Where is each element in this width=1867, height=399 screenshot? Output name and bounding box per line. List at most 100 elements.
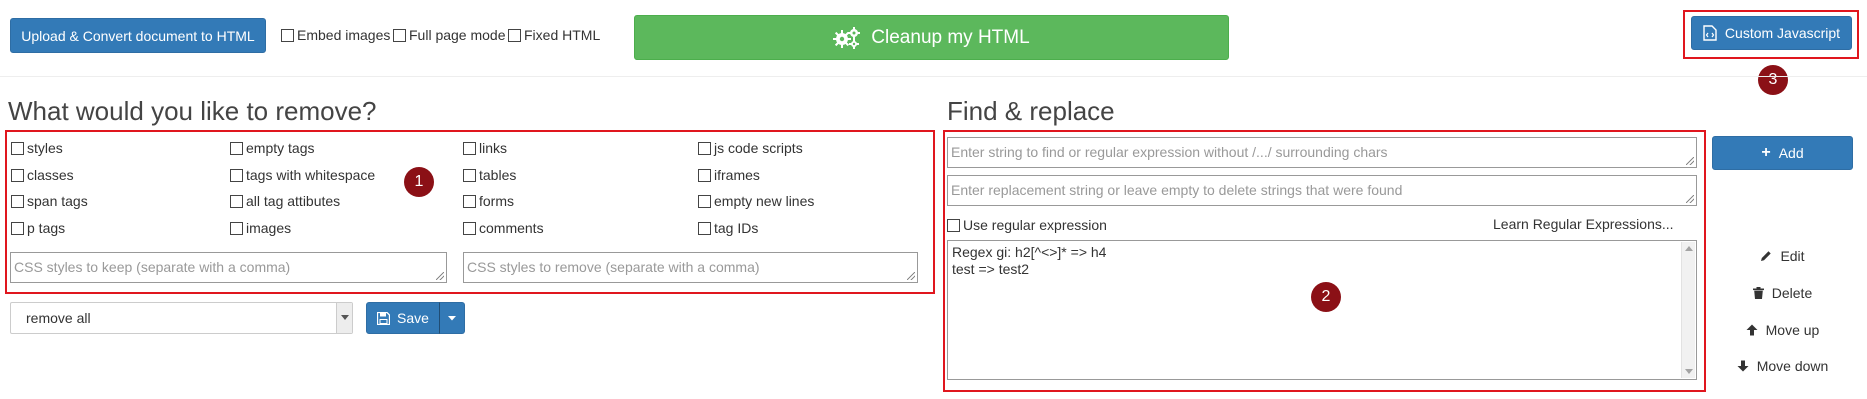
option-styles[interactable]: styles — [11, 140, 63, 156]
delete-label: Delete — [1771, 285, 1813, 301]
rule-item[interactable]: Regex gi: h2[^<>]* => h4 — [952, 244, 1692, 261]
option-tables[interactable]: tables — [463, 167, 516, 183]
replace-placeholder: Enter replacement string or leave empty … — [951, 182, 1403, 198]
resize-grip-icon[interactable] — [907, 272, 915, 280]
rule-item[interactable]: test => test2 — [952, 261, 1692, 278]
floppy-disk-icon — [377, 311, 391, 325]
embed-images-checkbox[interactable]: Embed images — [281, 27, 390, 43]
option-forms-box[interactable] — [463, 194, 476, 208]
resize-grip-icon[interactable] — [1686, 157, 1694, 165]
option-classes-box[interactable] — [11, 168, 24, 182]
option-tables-box[interactable] — [463, 168, 476, 182]
option-styles-box[interactable] — [11, 141, 24, 155]
option-links-box[interactable] — [463, 141, 476, 155]
option-label: comments — [479, 220, 544, 236]
option-label: js code scripts — [714, 140, 803, 156]
option-classes[interactable]: classes — [11, 167, 74, 183]
css-keep-input[interactable]: CSS styles to keep (separate with a comm… — [10, 252, 447, 283]
fixed-html-checkbox[interactable]: Fixed HTML — [508, 27, 600, 43]
option-label: styles — [27, 140, 63, 156]
resize-grip-icon[interactable] — [1686, 195, 1694, 203]
option-tags-with-whitespace[interactable]: tags with whitespace — [230, 167, 375, 183]
option-comments[interactable]: comments — [463, 220, 544, 236]
gears-icon — [833, 26, 861, 49]
save-dropdown-toggle[interactable] — [439, 302, 465, 334]
css-remove-placeholder: CSS styles to remove (separate with a co… — [467, 259, 760, 275]
move-up-label: Move up — [1765, 322, 1820, 338]
css-remove-input[interactable]: CSS styles to remove (separate with a co… — [463, 252, 918, 283]
marker-3: 3 — [1758, 65, 1788, 95]
cleanup-html-button[interactable]: Cleanup my HTML — [634, 15, 1229, 60]
option-empty-tags[interactable]: empty tags — [230, 140, 314, 156]
pencil-icon — [1760, 250, 1772, 262]
option-label: iframes — [714, 167, 760, 183]
replace-input[interactable]: Enter replacement string or leave empty … — [947, 175, 1697, 206]
move-up-button[interactable]: Move up — [1712, 320, 1853, 340]
use-regex-checkbox[interactable]: Use regular expression — [947, 217, 1107, 233]
option-all-tag-attributes-box[interactable] — [230, 194, 243, 208]
find-placeholder: Enter string to find or regular expressi… — [951, 144, 1388, 160]
option-p-tags[interactable]: p tags — [11, 220, 65, 236]
plus-icon: + — [1761, 144, 1771, 161]
option-iframes[interactable]: iframes — [698, 167, 760, 183]
embed-images-box[interactable] — [281, 28, 294, 42]
full-page-mode-checkbox[interactable]: Full page mode — [393, 27, 506, 43]
option-images[interactable]: images — [230, 220, 291, 236]
add-rule-button[interactable]: + Add — [1712, 136, 1853, 170]
upload-convert-button[interactable]: Upload & Convert document to HTML — [10, 18, 266, 53]
option-label: classes — [27, 167, 74, 183]
option-tag-ids-box[interactable] — [698, 221, 711, 235]
save-button[interactable]: Save — [366, 302, 440, 334]
move-down-button[interactable]: Move down — [1712, 356, 1853, 376]
option-label: empty tags — [246, 140, 315, 156]
chevron-down-icon[interactable] — [336, 303, 352, 333]
option-empty-tags-box[interactable] — [230, 141, 243, 155]
option-comments-box[interactable] — [463, 221, 476, 235]
embed-images-label: Embed images — [297, 27, 391, 43]
remove-section-title: What would you like to remove? — [8, 96, 377, 126]
learn-regex-link[interactable]: Learn Regular Expressions... — [1493, 216, 1674, 232]
option-label: all tag attibutes — [246, 193, 341, 209]
option-label: links — [479, 140, 508, 156]
option-p-tags-box[interactable] — [11, 221, 24, 235]
option-tags-with-whitespace-box[interactable] — [230, 168, 243, 182]
option-span-tags-box[interactable] — [11, 194, 24, 208]
css-keep-placeholder: CSS styles to keep (separate with a comm… — [14, 259, 291, 275]
find-input[interactable]: Enter string to find or regular expressi… — [947, 137, 1697, 168]
option-images-box[interactable] — [230, 221, 243, 235]
option-label: tag IDs — [714, 220, 759, 236]
option-links[interactable]: links — [463, 140, 507, 156]
edit-rule-button[interactable]: Edit — [1712, 246, 1853, 266]
scroll-down-icon[interactable] — [1685, 369, 1693, 374]
rules-scrollbar[interactable] — [1681, 242, 1695, 378]
use-regex-box[interactable] — [947, 218, 960, 232]
delete-rule-button[interactable]: Delete — [1712, 283, 1853, 303]
option-js-code-scripts-box[interactable] — [698, 141, 711, 155]
option-all-tag-attributes[interactable]: all tag attibutes — [230, 193, 340, 209]
option-tag-ids[interactable]: tag IDs — [698, 220, 758, 236]
option-label: images — [246, 220, 292, 236]
option-js-code-scripts[interactable]: js code scripts — [698, 140, 803, 156]
resize-grip-icon[interactable] — [436, 272, 444, 280]
toolbar-divider — [0, 76, 1867, 77]
option-empty-new-lines[interactable]: empty new lines — [698, 193, 814, 209]
option-label: empty new lines — [714, 193, 815, 209]
fixed-html-box[interactable] — [508, 28, 521, 42]
use-regex-label: Use regular expression — [963, 217, 1107, 233]
move-down-label: Move down — [1756, 358, 1829, 374]
option-empty-new-lines-box[interactable] — [698, 194, 711, 208]
full-page-mode-box[interactable] — [393, 28, 406, 42]
custom-javascript-button[interactable]: Custom Javascript — [1691, 16, 1852, 50]
option-label: tags with whitespace — [246, 167, 376, 183]
option-label: p tags — [27, 220, 66, 236]
option-span-tags[interactable]: span tags — [11, 193, 88, 209]
option-forms[interactable]: forms — [463, 193, 514, 209]
option-label: forms — [479, 193, 514, 209]
add-label: Add — [1778, 145, 1804, 161]
scroll-up-icon[interactable] — [1685, 246, 1693, 251]
save-label: Save — [397, 310, 429, 326]
marker-1: 1 — [404, 167, 434, 197]
option-iframes-box[interactable] — [698, 168, 711, 182]
caret-down-icon — [448, 315, 456, 321]
preset-select[interactable]: remove all — [10, 302, 353, 334]
